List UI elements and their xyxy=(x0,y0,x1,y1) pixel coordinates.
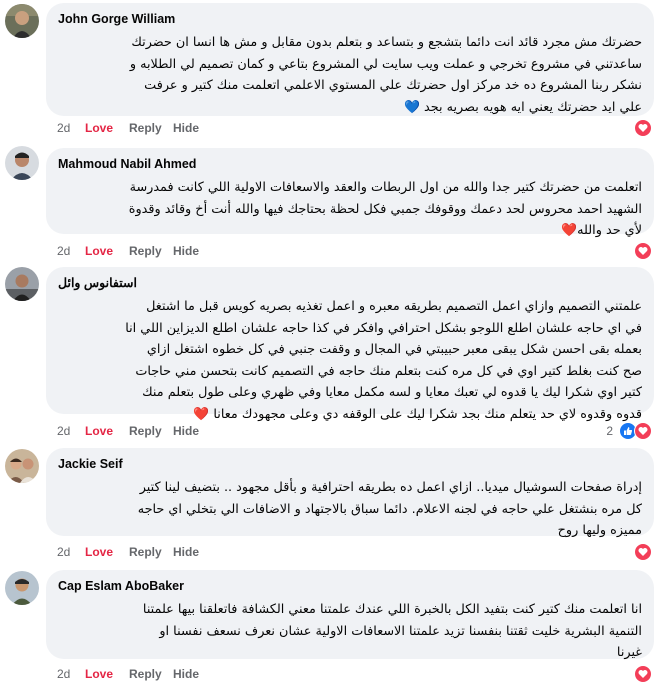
heart-reaction-icon xyxy=(634,422,652,440)
comment-timestamp[interactable]: 2d xyxy=(57,424,85,438)
comment-author[interactable]: John Gorge William xyxy=(58,11,642,27)
heart-reaction-icon xyxy=(634,242,652,260)
love-button[interactable]: Love xyxy=(85,545,129,559)
avatar[interactable] xyxy=(5,4,39,38)
hide-button[interactable]: Hide xyxy=(173,545,217,559)
reply-button[interactable]: Reply xyxy=(129,244,173,258)
comment-author[interactable]: Cap Eslam AboBaker xyxy=(58,578,642,594)
reply-button[interactable]: Reply xyxy=(129,424,173,438)
heart-reaction-icon xyxy=(634,543,652,561)
reaction-summary[interactable] xyxy=(634,242,652,260)
comment-text: علمتني التصميم وازاي اعمل التصميم بطريقه… xyxy=(125,299,642,422)
comment-author[interactable]: استفانوس وائل xyxy=(58,275,642,291)
comment-text: انا اتعلمت منك كتير كنت بتفيد الكل بالخب… xyxy=(142,602,642,660)
reply-button[interactable]: Reply xyxy=(129,667,173,681)
reaction-summary[interactable] xyxy=(634,665,652,683)
hide-button[interactable]: Hide xyxy=(173,667,217,681)
avatar[interactable] xyxy=(5,571,39,605)
comment-actions: 2d Love Reply Hide xyxy=(57,119,217,137)
comment-author[interactable]: Jackie Seif xyxy=(58,456,642,472)
love-button[interactable]: Love xyxy=(85,121,129,135)
comment-bubble: Cap Eslam AboBaker انا اتعلمت منك كتير ك… xyxy=(46,570,654,660)
comment-bubble: Jackie Seif إدراة صفحات السوشيال ميديا..… xyxy=(46,448,654,538)
comment-actions: 2d Love Reply Hide xyxy=(57,422,217,440)
comment-author[interactable]: Mahmoud Nabil Ahmed xyxy=(58,156,642,172)
reply-button[interactable]: Reply xyxy=(129,121,173,135)
comment-text: إدراة صفحات السوشيال ميديا.. ازاي اعمل د… xyxy=(137,480,642,538)
comment-bubble: Mahmoud Nabil Ahmed اتعلمت من حضرتك كتير… xyxy=(46,148,654,238)
hide-button[interactable]: Hide xyxy=(173,121,217,135)
avatar[interactable] xyxy=(5,449,39,483)
avatar[interactable] xyxy=(5,267,39,301)
reply-button[interactable]: Reply xyxy=(129,545,173,559)
reaction-summary[interactable] xyxy=(634,543,652,561)
comment-actions: 2d Love Reply Hide xyxy=(57,665,217,683)
comment-text: اتعلمت من حضرتك كتير جدا والله من اول ال… xyxy=(128,180,642,238)
comment-timestamp[interactable]: 2d xyxy=(57,121,85,135)
hide-button[interactable]: Hide xyxy=(173,244,217,258)
comment-bubble: استفانوس وائل علمتني التصميم وازاي اعمل … xyxy=(46,267,654,422)
love-button[interactable]: Love xyxy=(85,667,129,681)
heart-reaction-icon xyxy=(634,665,652,683)
comment-actions: 2d Love Reply Hide xyxy=(57,543,217,561)
heart-reaction-icon xyxy=(634,119,652,137)
avatar[interactable] xyxy=(5,146,39,180)
reaction-summary[interactable]: 2 xyxy=(606,422,652,440)
comment-timestamp[interactable]: 2d xyxy=(57,667,85,681)
comment-timestamp[interactable]: 2d xyxy=(57,244,85,258)
comment-bubble: John Gorge William حضرتك مش مجرد قائد ان… xyxy=(46,3,654,116)
love-button[interactable]: Love xyxy=(85,424,129,438)
reaction-count: 2 xyxy=(606,424,613,438)
reaction-summary[interactable] xyxy=(634,119,652,137)
comment-actions: 2d Love Reply Hide xyxy=(57,242,217,260)
hide-button[interactable]: Hide xyxy=(173,424,217,438)
comment-text: حضرتك مش مجرد قائد انت دائما بتشجع و بتس… xyxy=(129,35,642,115)
love-button[interactable]: Love xyxy=(85,244,129,258)
comment-timestamp[interactable]: 2d xyxy=(57,545,85,559)
